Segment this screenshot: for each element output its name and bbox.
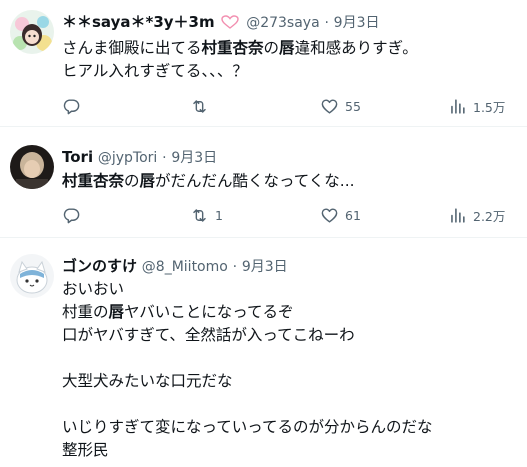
text-span: がだんだん酷くなってくな... [155,172,355,190]
tweet-header: ゴンのすけ @8_Miitomo · 9月3日 [62,256,288,277]
highlight-keyword: 村重杏奈 [201,39,264,57]
text-span: おいおい [62,280,125,298]
like-count: 61 [345,207,361,223]
retweet-icon [193,99,206,113]
text-span: ヒアル入れすぎてる、、、？ [62,62,248,80]
text-span: の [263,39,280,57]
display-name[interactable]: Tori [62,148,93,166]
text-span: 整形民 [62,441,109,459]
text-span: 違和感ありすぎ。 [294,39,418,57]
text-span: さんま御殿に出てる [62,39,202,57]
like-button[interactable]: 55 [320,95,361,117]
views-button[interactable]: 2.2万 [448,204,505,226]
separator: · [162,150,167,166]
like-button[interactable]: 61 [320,204,361,226]
tweet-actions: 55 1.5万 [62,95,517,117]
tweet-header: Tori @jypTori · 9月3日 [62,147,217,168]
retweet-count: 1 [215,207,223,223]
tweet-date[interactable]: 9月3日 [334,15,380,31]
highlight-keyword: 唇 [139,172,156,190]
retweet-button[interactable] [190,95,215,117]
views-button[interactable]: 1.5万 [448,95,505,117]
text-span: の [124,172,140,190]
heart-badge-icon [221,14,240,34]
avatar[interactable] [10,254,54,298]
tweet[interactable]: ＊＊saya＊*3y＋3m @273saya · 9月3日 さんま御殿に出てる村… [0,0,527,127]
tweet-header: ＊＊saya＊*3y＋3m @273saya · 9月3日 [62,12,380,34]
text-span: ヤバいことになってるぞ [124,303,294,321]
handle[interactable]: @273saya [246,15,319,31]
tweet-text: さんま御殿に出てる村重杏奈の唇違和感ありすぎ。 ヒアル入れすぎてる、、、？ [62,37,418,83]
handle[interactable]: @jypTori [98,150,157,166]
handle[interactable]: @8_Miitomo [142,259,228,275]
retweet-icon [193,208,206,222]
display-name[interactable]: ゴンのすけ [62,257,137,275]
text-span: いじりすぎて変になっていってるのが分からんのだな [62,418,433,436]
tweet[interactable]: Tori @jypTori · 9月3日 村重杏奈の唇がだんだん酷くなってくな.… [0,127,527,238]
display-name[interactable]: ＊＊saya＊*3y＋3m [62,13,215,31]
text-span: 大型犬みたいな口元だな [62,372,233,390]
tweet[interactable]: ゴンのすけ @8_Miitomo · 9月3日 おいおい 村重の唇ヤバいことにな… [0,238,527,467]
highlight-keyword: 村重杏奈 [62,172,125,190]
text-span: 口がヤバすぎて、全然話が入ってこねーわ [62,326,355,344]
reply-icon [63,98,80,114]
reply-button[interactable] [62,204,87,226]
like-count: 55 [345,98,361,114]
reply-button[interactable] [62,95,87,117]
heart-icon [321,207,338,223]
tweet-date[interactable]: 9月3日 [242,259,288,275]
views-count: 1.5万 [473,99,506,115]
retweet-button[interactable]: 1 [190,204,223,226]
views-icon [451,98,465,114]
tweet-text: 村重杏奈の唇がだんだん酷くなってくな... [62,170,355,193]
tweet-actions: 1 61 2.2万 [62,204,517,226]
views-icon [451,207,465,223]
separator: · [232,259,238,275]
avatar[interactable] [10,145,54,189]
avatar[interactable] [10,10,54,54]
heart-icon [321,98,338,114]
reply-icon [63,207,80,223]
separator: · [324,15,329,31]
views-count: 2.2万 [473,208,506,224]
text-span: 村重の [62,303,109,321]
tweet-text: おいおい 村重の唇ヤバいことになってるぞ 口がヤバすぎて、全然話が入ってこねーわ… [62,278,432,462]
highlight-keyword: 唇 [108,303,125,321]
tweet-date[interactable]: 9月3日 [171,150,217,166]
highlight-keyword: 唇 [279,39,295,57]
